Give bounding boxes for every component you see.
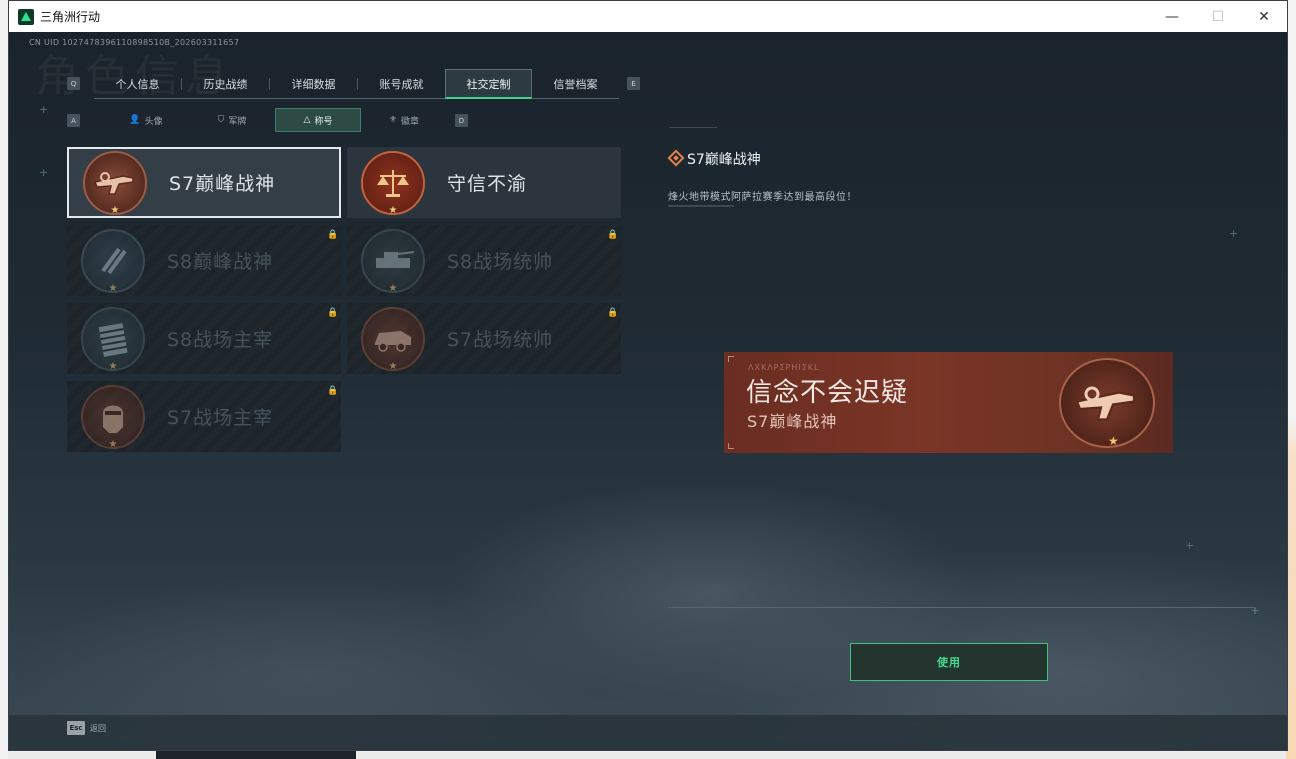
esc-key-icon: Esc	[67, 721, 85, 735]
triangle-icon: △	[303, 115, 311, 125]
window-titlebar: 三角洲行动 — ☐ ✕	[9, 1, 1287, 32]
subtab-label: 称号	[314, 116, 333, 127]
lock-icon: 🔒	[607, 230, 619, 240]
title-card[interactable]: ★ 守信不渝	[347, 147, 621, 218]
title-card[interactable]: ★ S7战场主宰 🔒	[67, 381, 341, 452]
lock-icon: 🔒	[327, 308, 339, 318]
tab-personal-info[interactable]: 个人信息	[94, 69, 181, 99]
tab-match-history[interactable]: 历史战绩	[182, 69, 269, 99]
banner-code-text: ΛΧΚΛΡΣΡΗΙΣΚL	[748, 363, 820, 372]
main-tabs: 个人信息 历史战绩 详细数据 账号成就 社交定制 信誉档案	[94, 69, 619, 99]
detail-title: S7巅峰战神	[687, 152, 761, 168]
subtab-dogtag[interactable]: ⛉ 军牌	[189, 108, 275, 132]
subtab-label: 徽章	[401, 116, 420, 127]
window-title: 三角洲行动	[40, 10, 101, 24]
detail-underline	[668, 205, 734, 207]
card-title-name: S7巅峰战神	[169, 173, 276, 195]
scales-medal-icon: ★	[361, 150, 425, 216]
detail-header-line	[669, 127, 717, 131]
desktop-left-edge	[0, 0, 8, 759]
bottom-bar: Esc 返回	[9, 715, 1287, 750]
banner-corner	[728, 356, 734, 362]
tank-medal-icon: ★	[361, 228, 425, 294]
close-button[interactable]: ✕	[1241, 1, 1287, 32]
banner-rifle-medal-icon	[1059, 358, 1155, 448]
subtab-avatar[interactable]: 👤 头像	[103, 108, 189, 132]
card-title-name: S7战场统帅	[447, 329, 554, 351]
tab-reputation-record[interactable]: 信誉档案	[532, 69, 619, 99]
subtab-label: 头像	[144, 116, 163, 127]
apc-medal-icon: ★	[361, 306, 425, 372]
banner-main-text: 信念不会迟疑	[746, 378, 909, 408]
helmet-medal-icon: ★	[81, 384, 145, 450]
title-card[interactable]: ★ S8战场主宰 🔒	[67, 303, 341, 374]
detail-footer-line	[668, 607, 1254, 608]
star-icon: ★	[108, 360, 118, 372]
stripes-medal-icon: ★	[81, 228, 145, 294]
subtab-label: 军牌	[228, 116, 247, 127]
banner-corner	[728, 443, 734, 449]
emblem-icon: ⚜	[388, 115, 398, 125]
card-title-name: S8战场统帅	[447, 251, 554, 273]
minimize-button[interactable]: —	[1149, 1, 1195, 32]
title-card[interactable]: ★ S8巅峰战神 🔒	[67, 225, 341, 296]
back-label: 返回	[90, 723, 106, 733]
shield-icon: ⛉	[217, 115, 225, 125]
decor-cross: +	[39, 103, 49, 116]
tab-account-achievements[interactable]: 账号成就	[358, 69, 445, 99]
sub-tabs: 👤 头像 ⛉ 军牌 △ 称号 ⚜ 徽章	[103, 108, 447, 132]
app-logo-icon	[18, 8, 34, 25]
rifle-medal-icon: ★	[83, 150, 147, 216]
back-button[interactable]: Esc 返回	[67, 721, 106, 735]
lock-icon: 🔒	[327, 230, 339, 240]
maximize-button[interactable]: ☐	[1195, 1, 1241, 32]
game-window: 三角洲行动 — ☐ ✕ 角色信息 CN UID 1027478396110898…	[8, 0, 1288, 751]
game-viewport: 角色信息 CN UID 1027478396110898510B_2026033…	[9, 32, 1287, 750]
subtab-title[interactable]: △ 称号	[275, 108, 361, 132]
detail-description: 烽火地带模式阿萨拉赛季达到最高段位！	[668, 192, 857, 203]
next-subtab-key[interactable]: D	[455, 114, 468, 127]
star-icon: ★	[388, 360, 398, 372]
decor-cross: +	[1229, 227, 1239, 240]
lock-icon: 🔒	[607, 308, 619, 318]
use-button[interactable]: 使用	[850, 643, 1048, 681]
tab-detailed-data[interactable]: 详细数据	[270, 69, 357, 99]
star-icon: ★	[108, 282, 118, 294]
tower-medal-icon: ★	[81, 306, 145, 372]
subtab-badge[interactable]: ⚜ 徽章	[361, 108, 447, 132]
card-title-name: S8战场主宰	[167, 329, 274, 351]
title-diamond-icon	[667, 149, 685, 167]
decor-cross: +	[39, 166, 49, 179]
prev-subtab-key[interactable]: A	[67, 114, 80, 127]
tab-social-customization[interactable]: 社交定制	[445, 69, 532, 99]
window-controls: — ☐ ✕	[1149, 1, 1287, 32]
star-icon: ★	[388, 282, 398, 294]
next-tab-key[interactable]: E	[627, 77, 640, 90]
person-icon: 👤	[129, 115, 141, 125]
card-title-name: S8巅峰战神	[167, 251, 274, 273]
title-banner-preview: ΛΧΚΛΡΣΡΗΙΣΚL 信念不会迟疑 S7巅峰战神 ★	[724, 352, 1173, 453]
user-uid: CN UID 1027478396110898510B_202603311657	[29, 38, 240, 47]
lock-icon: 🔒	[327, 386, 339, 396]
banner-sub-text: S7巅峰战神	[747, 412, 838, 431]
star-icon: ★	[108, 438, 118, 450]
decor-cross: +	[1185, 539, 1195, 552]
star-icon: ★	[110, 204, 120, 216]
prev-tab-key[interactable]: Q	[67, 77, 80, 90]
star-icon: ★	[388, 204, 398, 216]
title-card[interactable]: ★ S8战场统帅 🔒	[347, 225, 621, 296]
title-card[interactable]: ★ S7巅峰战神	[67, 147, 341, 218]
card-title-name: 守信不渝	[447, 173, 528, 195]
card-title-name: S7战场主宰	[167, 407, 274, 429]
title-card[interactable]: ★ S7战场统帅 🔒	[347, 303, 621, 374]
banner-star-icon: ★	[1108, 434, 1119, 448]
desktop-taskbar-thumbnail	[156, 751, 356, 759]
